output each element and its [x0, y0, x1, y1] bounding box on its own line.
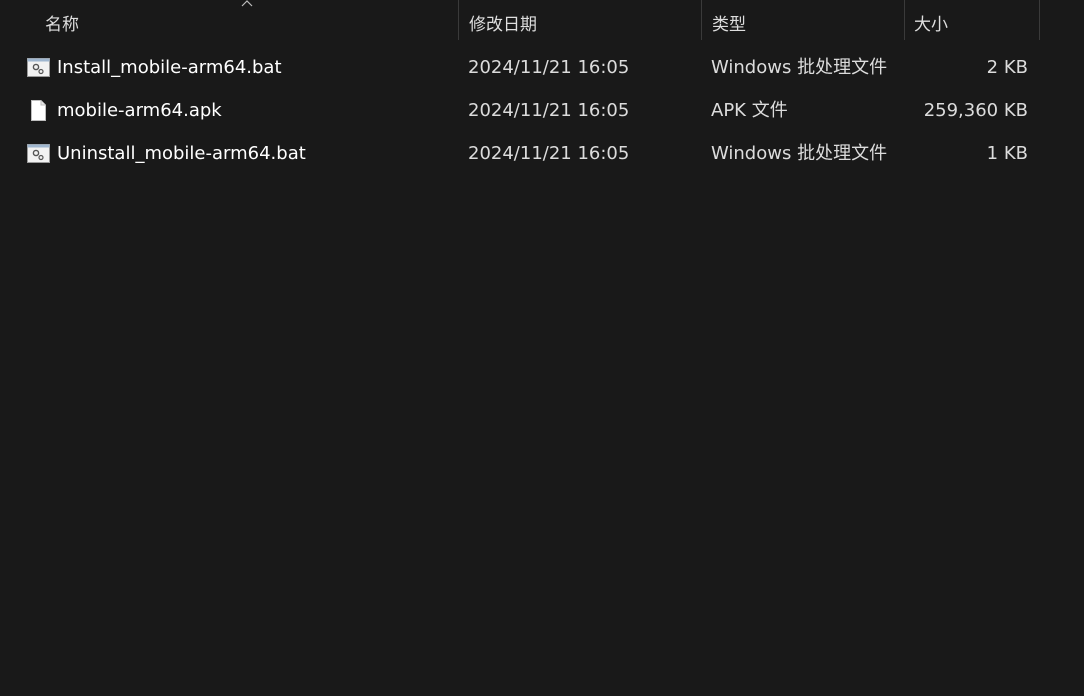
batch-file-icon	[27, 144, 50, 163]
column-header-size[interactable]: 大小	[904, 0, 1040, 40]
file-icon	[31, 100, 46, 121]
file-row[interactable]: mobile-arm64.apk 2024/11/21 16:05 APK 文件…	[0, 89, 1040, 132]
file-size: 1 KB	[986, 143, 1028, 164]
file-type: Windows 批处理文件	[711, 57, 888, 78]
file-date: 2024/11/21 16:05	[468, 143, 630, 164]
file-name: Install_mobile-arm64.bat	[57, 57, 282, 78]
file-row[interactable]: Uninstall_mobile-arm64.bat 2024/11/21 16…	[0, 132, 1040, 175]
column-header-bar: 名称 修改日期 类型 大小	[0, 0, 1084, 40]
file-name: mobile-arm64.apk	[57, 100, 222, 121]
file-row[interactable]: Install_mobile-arm64.bat 2024/11/21 16:0…	[0, 46, 1040, 89]
file-explorer-details-view: 名称 修改日期 类型 大小 Install_mobile-arm64.bat 2…	[0, 0, 1084, 696]
column-header-type[interactable]: 类型	[701, 0, 904, 40]
file-size: 259,360 KB	[923, 100, 1028, 121]
file-list: Install_mobile-arm64.bat 2024/11/21 16:0…	[0, 46, 1084, 175]
column-header-name[interactable]: 名称	[0, 0, 458, 40]
file-date: 2024/11/21 16:05	[468, 100, 630, 121]
column-header-type-label: 类型	[712, 15, 746, 35]
file-size: 2 KB	[986, 57, 1028, 78]
column-header-date-label: 修改日期	[469, 15, 537, 35]
column-header-size-label: 大小	[914, 15, 948, 35]
batch-file-icon	[27, 58, 50, 77]
file-type: Windows 批处理文件	[711, 143, 888, 164]
file-name: Uninstall_mobile-arm64.bat	[57, 143, 306, 164]
sort-ascending-icon	[241, 0, 253, 7]
file-date: 2024/11/21 16:05	[468, 57, 630, 78]
column-header-date[interactable]: 修改日期	[458, 0, 701, 40]
column-header-name-label: 名称	[45, 15, 79, 35]
file-type: APK 文件	[711, 100, 788, 121]
